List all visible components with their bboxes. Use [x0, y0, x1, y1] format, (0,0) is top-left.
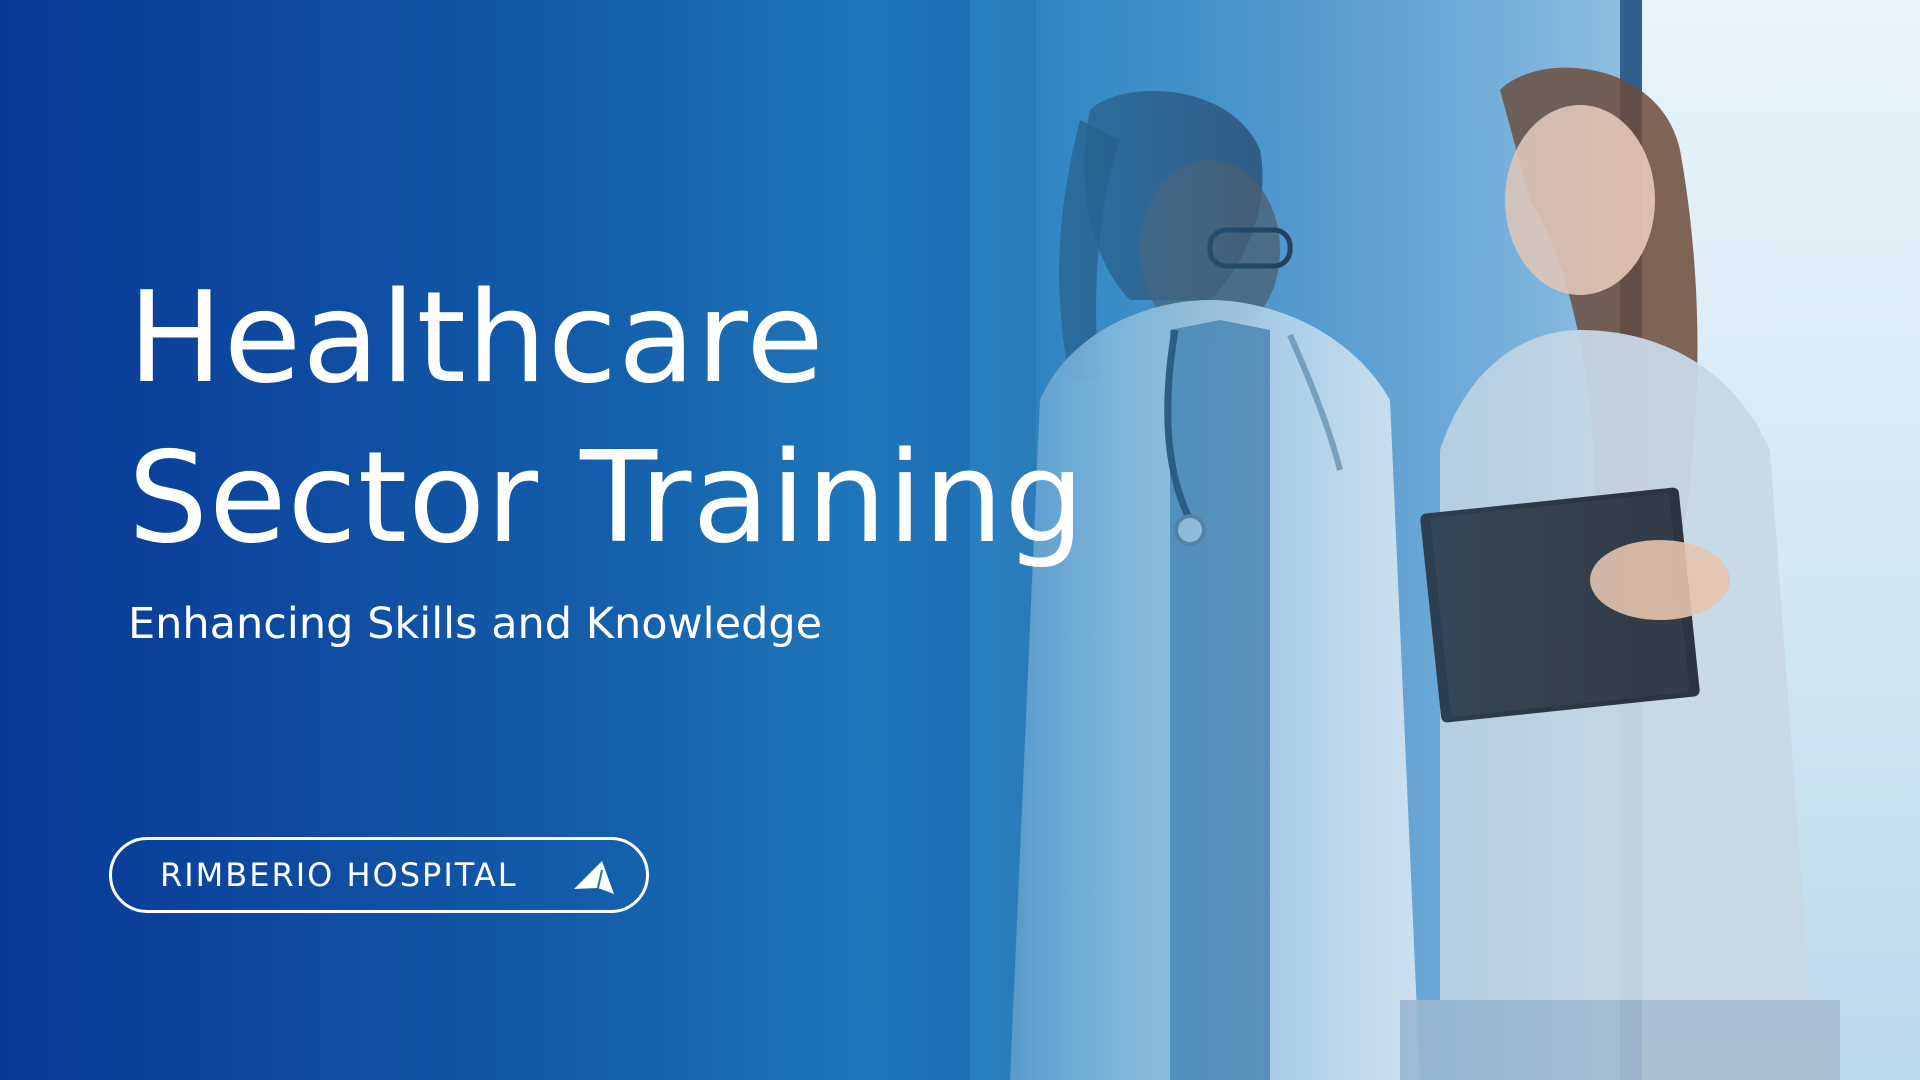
- subtitle: Enhancing Skills and Knowledge: [128, 599, 823, 649]
- title-line-1: Healthcare: [128, 264, 825, 411]
- hero-photo: [970, 0, 1920, 1080]
- arrow-cursor-icon: [574, 861, 614, 894]
- hospital-button[interactable]: RIMBERIO HOSPITAL: [109, 837, 649, 913]
- page-title: Healthcare Sector Training: [128, 258, 1085, 578]
- doctor-figure-right: [1400, 67, 1840, 1080]
- slide: Healthcare Sector Training Enhancing Ski…: [0, 0, 1920, 1080]
- doctor-figure-left: [1010, 90, 1420, 1080]
- hospital-button-label: RIMBERIO HOSPITAL: [160, 856, 518, 894]
- title-line-2: Sector Training: [128, 424, 1086, 571]
- doctors-illustration: [1010, 67, 1840, 1080]
